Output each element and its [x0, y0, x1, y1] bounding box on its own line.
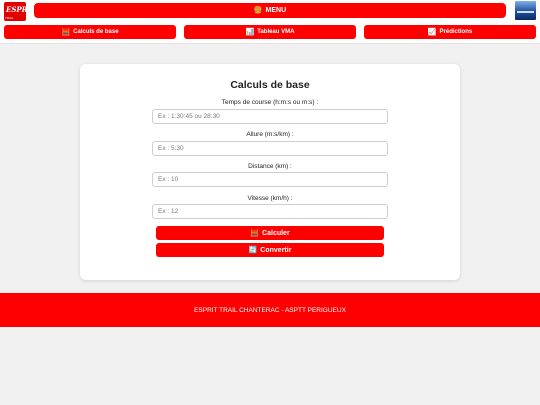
calculate-button[interactable]: 🧮 Calculer — [156, 226, 384, 240]
nav-predictions-label: Prédictions — [439, 29, 473, 35]
partner-logo-right[interactable] — [515, 1, 536, 20]
abacus-icon: 🧮 — [61, 28, 71, 36]
convert-label: Convertir — [260, 246, 292, 254]
menu-label: MENU — [265, 7, 287, 14]
race-time-label: Temps de course (h:m:s ou m:s) : — [221, 99, 319, 106]
speed-input[interactable] — [152, 204, 388, 219]
nav-vma-label: Tableau VMA — [257, 29, 295, 35]
distance-input[interactable] — [152, 172, 388, 187]
race-time-input[interactable] — [152, 109, 388, 124]
pace-input[interactable] — [152, 141, 388, 156]
footer: ESPRIT TRAIL CHANTERAC - ASPTT PERIGUEUX — [0, 293, 540, 327]
club-logo-left[interactable]: ESPRIT TRAIL — [4, 2, 26, 21]
nav-calculs-de-base-button[interactable]: 🧮 Calculs de base — [4, 25, 176, 39]
nav-calculs-label: Calculs de base — [73, 29, 119, 35]
refresh-icon: 🔄 — [248, 246, 258, 254]
distance-label: Distance (km) : — [248, 163, 292, 170]
hamburger-icon: 🍔 — [253, 7, 263, 14]
nav-tableau-vma-button[interactable]: 📊 Tableau VMA — [184, 25, 356, 39]
logo-right-band — [517, 11, 534, 13]
bar-chart-icon: 📊 — [245, 28, 255, 36]
logo-left-subtext: TRAIL — [5, 16, 14, 20]
pace-label: Allure (m:s/km) : — [246, 131, 294, 138]
calculate-label: Calculer — [262, 229, 290, 237]
convert-button[interactable]: 🔄 Convertir — [156, 243, 384, 257]
menu-button[interactable]: 🍔 MENU — [34, 3, 506, 18]
trend-chart-icon: 📈 — [427, 28, 437, 36]
nav-predictions-button[interactable]: 📈 Prédictions — [364, 25, 536, 39]
top-bar: ESPRIT TRAIL 🍔 MENU 🧮 Calculs de base 📊 … — [0, 0, 540, 44]
card-title: Calculs de base — [230, 79, 310, 91]
logo-left-text: ESPRIT — [6, 5, 26, 14]
calc-card: Calculs de base Temps de course (h:m:s o… — [80, 64, 460, 280]
speed-label: Vitesse (km/h) : — [247, 195, 293, 202]
footer-text: ESPRIT TRAIL CHANTERAC - ASPTT PERIGUEUX — [194, 306, 346, 314]
abacus-icon: 🧮 — [250, 229, 260, 237]
